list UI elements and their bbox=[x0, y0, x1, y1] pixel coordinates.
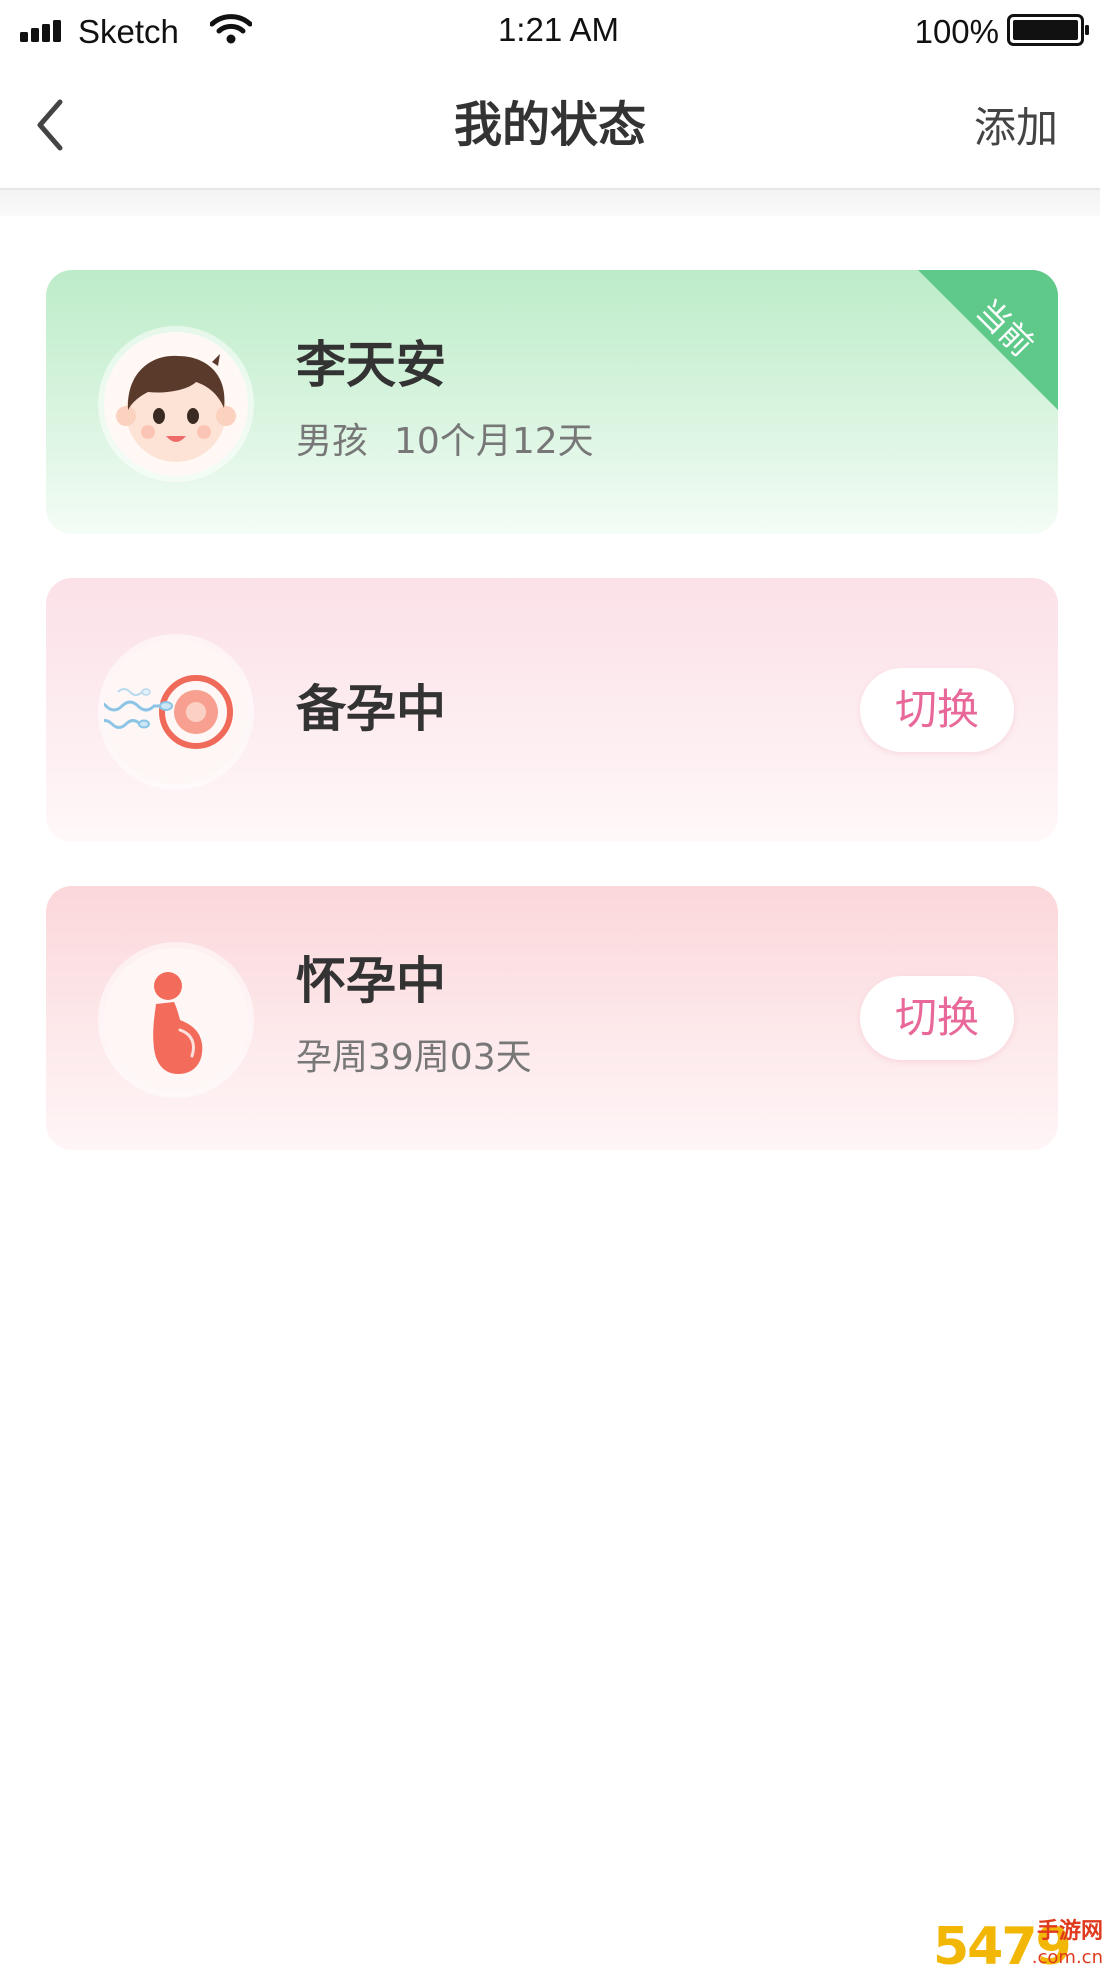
card-title: 李天安 bbox=[296, 336, 446, 394]
nav-divider bbox=[0, 190, 1100, 216]
status-bar: Sketch 1:21 AM 100% bbox=[0, 0, 1117, 62]
watermark-domain: .com.cn bbox=[1031, 1947, 1103, 1968]
card-subtitle: 男孩 10个月12天 bbox=[296, 418, 594, 466]
switch-button[interactable]: 切换 bbox=[860, 668, 1014, 752]
boy-face-icon bbox=[104, 332, 248, 476]
sperm-egg-icon bbox=[104, 640, 248, 784]
avatar bbox=[104, 640, 248, 784]
avatar bbox=[104, 948, 248, 1092]
nav-bar: 我的状态 添加 bbox=[0, 62, 1100, 190]
page-title: 我的状态 bbox=[453, 97, 646, 153]
watermark-logo: 5479 手游网 .com.cn bbox=[933, 1917, 1103, 1977]
watermark-site: 手游网 bbox=[1036, 1919, 1103, 1944]
current-badge: 当前 bbox=[918, 270, 1058, 410]
battery-percent: 100% bbox=[914, 13, 999, 50]
status-card-preparing[interactable]: 备孕中 切换 bbox=[46, 578, 1058, 842]
card-title: 怀孕中 bbox=[296, 952, 446, 1010]
gender-label: 男孩 bbox=[296, 421, 369, 462]
card-title: 备孕中 bbox=[296, 680, 446, 738]
age-label: 10个月12天 bbox=[394, 421, 594, 462]
pregnancy-week-label: 孕周39周03天 bbox=[296, 1037, 532, 1078]
avatar bbox=[104, 332, 248, 476]
add-button[interactable]: 添加 bbox=[974, 98, 1058, 158]
status-card-baby[interactable]: 李天安 男孩 10个月12天 当前 bbox=[46, 270, 1058, 534]
status-card-pregnant[interactable]: 怀孕中 孕周39周03天 切换 bbox=[46, 886, 1058, 1150]
battery-icon bbox=[1007, 14, 1089, 46]
switch-button[interactable]: 切换 bbox=[860, 976, 1014, 1060]
pregnant-woman-icon bbox=[104, 948, 248, 1092]
